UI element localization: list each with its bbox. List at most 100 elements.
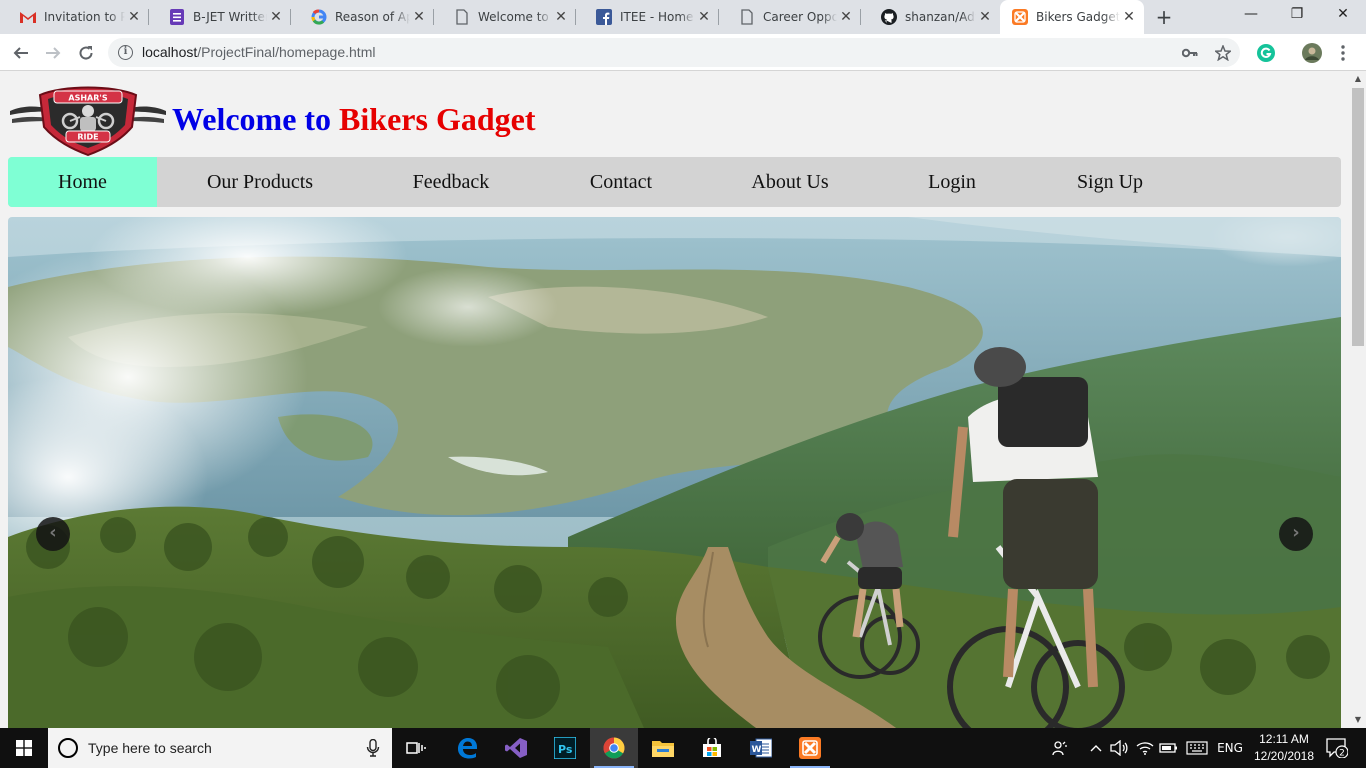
page-scrollbar[interactable]: ▲ ▼ [1350, 71, 1366, 728]
scroll-down-arrow-icon[interactable]: ▼ [1350, 712, 1366, 728]
close-window-button[interactable]: ✕ [1320, 0, 1366, 30]
chrome-icon[interactable] [590, 728, 638, 768]
reload-icon [79, 46, 93, 60]
microphone-icon[interactable] [366, 739, 380, 757]
edge-icon[interactable] [443, 728, 491, 768]
store-icon[interactable] [688, 728, 736, 768]
carousel-next-button[interactable]: › [1279, 517, 1313, 551]
page-icon [739, 9, 755, 25]
cortana-icon [58, 738, 78, 758]
nav-home[interactable]: Home [8, 157, 157, 207]
tab-title: Career Opport [763, 10, 837, 24]
tab-bikers-gadget[interactable]: Bikers Gadget ✕ [1000, 0, 1144, 34]
tab-title: ITEE - Home [620, 10, 694, 24]
scrollbar-thumb[interactable] [1352, 88, 1364, 346]
tab-forms[interactable]: B-JET Written ✕ [149, 0, 291, 34]
svg-text:Ps: Ps [558, 743, 573, 756]
taskbar-search-input[interactable]: Type here to search [48, 728, 392, 768]
tab-title: shanzan/Advo [905, 10, 976, 24]
hero-image-mountain-bikers [8, 217, 1341, 728]
browser-toolbar: i localhost/ProjectFinal/homepage.html [0, 34, 1366, 71]
wifi-icon[interactable] [1134, 728, 1156, 768]
address-bar[interactable]: i localhost/ProjectFinal/homepage.html [108, 38, 1240, 67]
back-button[interactable] [7, 39, 35, 67]
title-brand: Bikers Gadget [339, 100, 536, 137]
chrome-menu-icon[interactable] [1333, 43, 1353, 63]
maximize-button[interactable]: ❐ [1274, 0, 1320, 30]
windows-logo-icon [16, 740, 32, 756]
close-tab-icon[interactable]: ✕ [552, 8, 570, 26]
tab-title: Reason of App [335, 10, 410, 24]
xampp-icon[interactable] [786, 728, 834, 768]
search-placeholder: Type here to search [88, 740, 212, 756]
nav-login[interactable]: Login [904, 157, 1000, 207]
keyboard-icon[interactable] [1184, 728, 1210, 768]
gmail-icon [20, 9, 36, 25]
action-center-icon[interactable]: 2 [1322, 728, 1352, 768]
tab-google[interactable]: Reason of App ✕ [291, 0, 434, 34]
nav-contact[interactable]: Contact [566, 157, 676, 207]
clock-date: 12/20/2018 [1253, 749, 1315, 763]
facebook-icon [596, 9, 612, 25]
forms-icon [169, 9, 185, 25]
minimize-button[interactable]: — [1228, 0, 1274, 30]
tab-title: Bikers Gadget [1036, 10, 1120, 24]
word-icon[interactable]: W [737, 728, 785, 768]
tab-gmail[interactable]: Invitation to Pa ✕ [0, 0, 149, 34]
chevron-up-icon[interactable] [1086, 728, 1106, 768]
back-arrow-icon [13, 47, 28, 59]
nav-sign-up[interactable]: Sign Up [1052, 157, 1168, 207]
close-tab-icon[interactable]: ✕ [267, 8, 285, 26]
tab-title: B-JET Written [193, 10, 267, 24]
task-view-icon[interactable] [392, 728, 440, 768]
grammarly-extension-icon[interactable] [1256, 43, 1276, 63]
file-explorer-icon[interactable] [639, 728, 687, 768]
close-tab-icon[interactable]: ✕ [976, 8, 994, 26]
main-nav: Home Our Products Feedback Contact About… [8, 157, 1341, 207]
page-viewport: ASHAR'S RIDE Welcome to Bikers Gadget Ho… [0, 71, 1350, 728]
page-icon [454, 9, 470, 25]
notification-count: 2 [1339, 749, 1345, 759]
info-icon[interactable]: i [118, 45, 133, 60]
tab-career[interactable]: Career Opport ✕ [719, 0, 861, 34]
carousel-prev-button[interactable]: ‹ [36, 517, 70, 551]
bookmark-star-icon[interactable] [1213, 43, 1233, 63]
google-icon [311, 9, 327, 25]
github-icon [881, 9, 897, 25]
new-tab-button[interactable]: + [1152, 6, 1176, 30]
url-text: localhost/ProjectFinal/homepage.html [142, 44, 376, 60]
title-prefix: Welcome to [172, 100, 332, 137]
tab-title: Welcome to B [478, 10, 552, 24]
close-tab-icon[interactable]: ✕ [125, 8, 143, 26]
key-icon[interactable] [1180, 43, 1200, 63]
battery-icon[interactable] [1158, 728, 1180, 768]
tab-welcome[interactable]: Welcome to B ✕ [434, 0, 576, 34]
forward-button[interactable] [39, 39, 67, 67]
nav-feedback[interactable]: Feedback [388, 157, 514, 207]
nav-our-products[interactable]: Our Products [183, 157, 337, 207]
logo-text-top: ASHAR'S [68, 94, 107, 103]
logo-text-bottom: RIDE [77, 133, 98, 142]
close-tab-icon[interactable]: ✕ [837, 8, 855, 26]
clock-time: 12:11 AM [1259, 732, 1309, 746]
scroll-up-arrow-icon[interactable]: ▲ [1350, 71, 1366, 87]
nav-about-us[interactable]: About Us [728, 157, 852, 207]
tab-github[interactable]: shanzan/Advo ✕ [861, 0, 1000, 34]
hero-carousel: ‹ › [8, 217, 1341, 728]
volume-icon[interactable] [1108, 728, 1130, 768]
visual-studio-icon[interactable] [492, 728, 540, 768]
system-clock[interactable]: 12:11 AM 12/20/2018 [1248, 731, 1320, 765]
people-icon[interactable] [1048, 728, 1072, 768]
page-title: Welcome to Bikers Gadget [172, 101, 535, 138]
xampp-icon [1012, 9, 1028, 25]
profile-avatar[interactable] [1302, 43, 1322, 63]
close-tab-icon[interactable]: ✕ [1120, 8, 1138, 26]
photoshop-icon[interactable]: Ps [541, 728, 589, 768]
language-indicator[interactable]: ENG [1214, 728, 1246, 768]
ashars-ride-logo[interactable]: ASHAR'S RIDE [8, 81, 168, 157]
reload-button[interactable] [72, 39, 100, 67]
close-tab-icon[interactable]: ✕ [410, 8, 428, 26]
tab-facebook[interactable]: ITEE - Home ✕ [576, 0, 719, 34]
close-tab-icon[interactable]: ✕ [695, 8, 713, 26]
start-button[interactable] [0, 728, 48, 768]
